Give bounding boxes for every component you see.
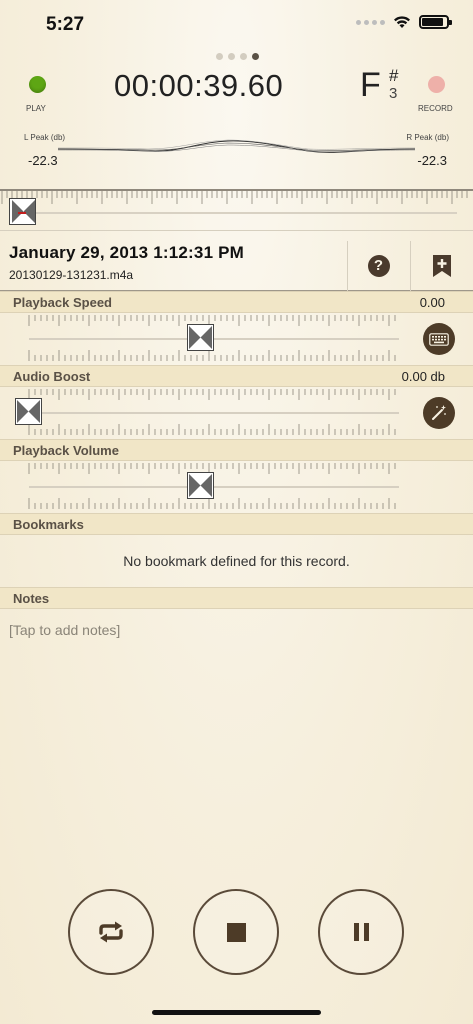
notes-label: Notes (13, 591, 50, 606)
playback-speed-header: Playback Speed 0.00 (0, 291, 473, 313)
page-indicator[interactable] (216, 53, 259, 60)
playback-speed-track (29, 338, 399, 340)
stop-icon (226, 922, 246, 942)
playback-volume-label: Playback Volume (13, 443, 119, 458)
magic-wand-icon (432, 405, 446, 420)
audio-boost-track (29, 412, 399, 414)
pitch-accidental: # (389, 66, 399, 85)
playback-volume-handle[interactable] (187, 472, 214, 499)
playback-speed-label: Playback Speed (13, 295, 112, 310)
notes-input[interactable]: [Tap to add notes] (9, 622, 120, 638)
audio-boost-slider[interactable] (0, 387, 473, 439)
playback-timeline[interactable] (0, 189, 473, 229)
playback-speed-value: 0.00 (419, 295, 445, 310)
timeline-track (36, 212, 457, 214)
timeline-ticks (1, 191, 468, 204)
notes-header: Notes (0, 587, 473, 609)
bookmarks-empty-message: No bookmark defined for this record. (123, 553, 350, 569)
page-dot (216, 53, 223, 60)
status-icons (356, 15, 452, 29)
playback-volume-slider[interactable] (0, 461, 473, 513)
add-bookmark-button[interactable] (410, 241, 473, 291)
playback-speed-slider[interactable] (0, 313, 473, 365)
pitch-octave: 3 (389, 85, 398, 102)
pause-icon (353, 923, 369, 941)
page-dot (240, 53, 247, 60)
keyboard-input-button[interactable] (423, 323, 455, 355)
audio-boost-label: Audio Boost (13, 369, 91, 384)
audio-boost-handle[interactable] (15, 398, 42, 425)
page-dot (228, 53, 235, 60)
audio-boost-value: 0.00 db (401, 369, 445, 384)
help-button[interactable]: ? (347, 241, 409, 291)
pitch-note: F (360, 66, 381, 104)
pause-button[interactable] (318, 889, 404, 975)
keyboard-icon (429, 332, 449, 346)
stop-button[interactable] (193, 889, 279, 975)
status-time: 5:27 (46, 14, 85, 35)
battery-icon (419, 15, 452, 29)
record-title: January 29, 2013 1:12:31 PM (9, 243, 245, 262)
elapsed-timer: 00:00:39.60 (114, 68, 284, 103)
bookmarks-header: Bookmarks (0, 513, 473, 535)
playback-volume-track (29, 486, 399, 488)
auto-boost-button[interactable] (423, 397, 455, 429)
page-dot-active (252, 53, 259, 60)
right-peak-value: -22.3 (417, 153, 447, 168)
play-led-indicator (29, 76, 46, 93)
bookmarks-label: Bookmarks (13, 517, 84, 532)
timeline-scrubber-handle[interactable] (9, 198, 36, 225)
add-bookmark-icon (433, 255, 451, 277)
playback-volume-header: Playback Volume (0, 439, 473, 461)
play-label: PLAY (26, 104, 46, 113)
record-led-indicator (428, 76, 445, 93)
left-peak-value: -22.3 (28, 153, 58, 168)
help-icon: ? (367, 255, 390, 277)
app-screen: 5:27 PLAY 00:00:39.60 F # 3 RECORD L Pea… (0, 0, 473, 1024)
waveform-display (58, 139, 415, 153)
repeat-icon (99, 921, 123, 943)
playhead-marker (18, 212, 26, 214)
wifi-icon (394, 16, 410, 28)
record-label: RECORD (418, 104, 453, 113)
cellular-signal-icon (356, 19, 385, 25)
playback-speed-handle[interactable] (187, 324, 214, 351)
repeat-button[interactable] (68, 889, 154, 975)
record-info: January 29, 2013 1:12:31 PM 20130129-131… (0, 230, 473, 292)
audio-boost-header: Audio Boost 0.00 db (0, 365, 473, 387)
record-filename: 20130129-131231.m4a (9, 268, 134, 282)
home-indicator (152, 1010, 321, 1015)
